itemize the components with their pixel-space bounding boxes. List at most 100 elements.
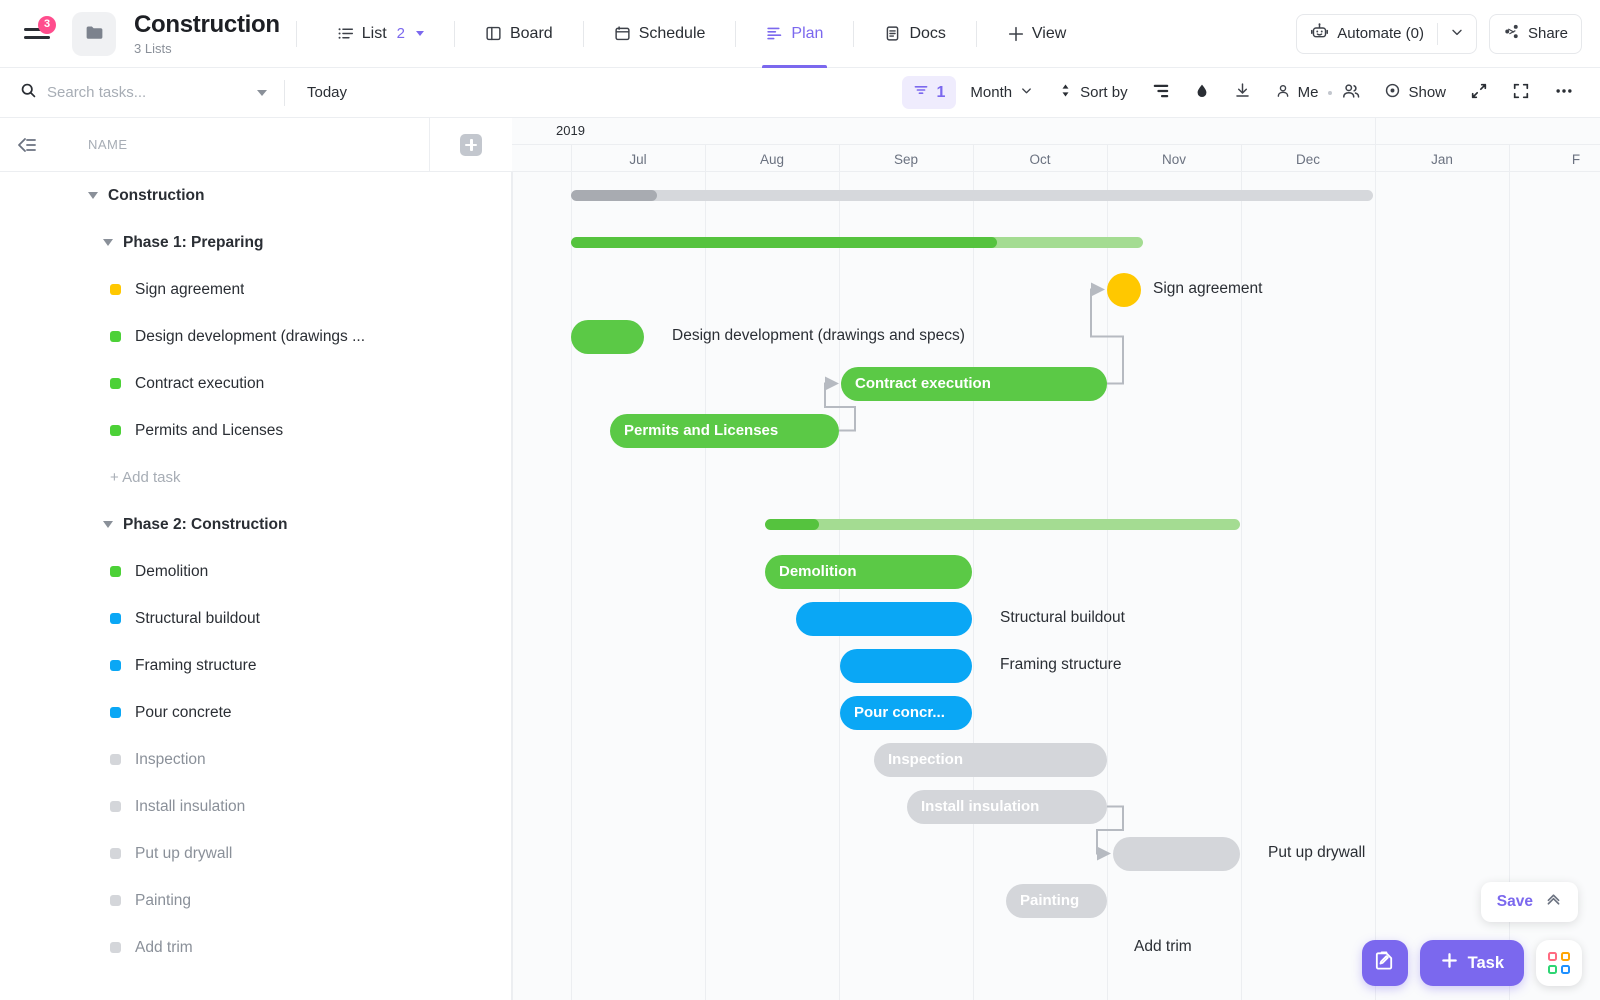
task-row[interactable]: Painting — [0, 877, 511, 924]
eye-icon — [1384, 82, 1401, 103]
sort-button[interactable]: Sort by — [1048, 77, 1138, 108]
today-button[interactable]: Today — [307, 84, 347, 101]
tab-docs[interactable]: Docs — [870, 0, 959, 68]
group-by-button[interactable] — [1142, 76, 1180, 110]
chevron-down-icon[interactable] — [257, 89, 267, 96]
gantt-task-bar[interactable]: Inspection — [874, 742, 1107, 777]
task-row[interactable]: Demolition — [0, 548, 511, 595]
task-status-dot[interactable] — [110, 566, 121, 577]
tab-add-view[interactable]: View — [993, 0, 1080, 68]
search-input[interactable] — [47, 84, 247, 101]
task-status-dot[interactable] — [110, 707, 121, 718]
add-task-button[interactable]: Task — [1419, 940, 1524, 986]
task-row[interactable]: Permits and Licenses — [0, 407, 511, 454]
sidebar-toggle-button[interactable]: 3 — [14, 14, 60, 54]
gantt-bar-outside-label: Structural buildout — [1000, 608, 1125, 626]
gantt-rollup-bar[interactable] — [571, 237, 1143, 248]
apps-button[interactable] — [1536, 940, 1582, 986]
automate-main[interactable]: Automate (0) — [1297, 15, 1437, 53]
tab-plan[interactable]: Plan — [752, 0, 837, 68]
fullscreen-button[interactable] — [1502, 76, 1540, 110]
hamburger-line — [24, 36, 50, 39]
task-row[interactable]: Add trim — [0, 924, 511, 971]
more-options-button[interactable] — [1544, 76, 1584, 110]
automate-dropdown-button[interactable] — [1438, 15, 1476, 53]
task-status-dot[interactable] — [110, 895, 121, 906]
task-row[interactable]: Install insulation — [0, 783, 511, 830]
tab-schedule[interactable]: Schedule — [600, 0, 720, 68]
tab-schedule-label: Schedule — [638, 24, 706, 42]
task-list-panel[interactable]: Construction Phase 1: Preparing Sign agree… — [0, 172, 512, 1000]
task-row[interactable]: Put up drywall — [0, 830, 511, 877]
gantt-task-bar[interactable]: Contract execution — [841, 366, 1107, 401]
download-button[interactable] — [1224, 76, 1261, 109]
show-button[interactable]: Show — [1374, 76, 1456, 109]
add-task-row[interactable]: + Add task — [0, 454, 511, 501]
tab-board[interactable]: Board — [471, 0, 567, 68]
task-row[interactable]: Contract execution — [0, 360, 511, 407]
collapse-rows-button[interactable] — [1460, 76, 1498, 110]
caret-down-icon[interactable] — [88, 192, 98, 199]
task-status-dot[interactable] — [110, 754, 121, 765]
chevron-down-icon[interactable] — [415, 31, 424, 36]
task-status-dot[interactable] — [110, 331, 121, 342]
gantt-bar-label: Demolition — [779, 563, 857, 580]
gantt-task-bar[interactable]: Demolition — [765, 554, 972, 589]
search-box[interactable] — [20, 82, 270, 104]
gantt-milestone[interactable] — [1107, 272, 1141, 307]
task-group-row[interactable]: Construction — [0, 172, 511, 219]
add-column-cell[interactable] — [429, 118, 513, 172]
chevron-up-icon[interactable] — [1545, 891, 1562, 913]
add-task-label[interactable]: + Add task — [110, 469, 180, 486]
task-status-dot[interactable] — [110, 284, 121, 295]
save-button[interactable]: Save — [1480, 882, 1578, 922]
gantt-rollup-bar[interactable] — [571, 190, 1373, 201]
gantt-rollup-bar[interactable] — [765, 519, 1240, 530]
tab-list[interactable]: List 2 — [323, 0, 438, 68]
task-row[interactable]: Design development (drawings ... — [0, 313, 511, 360]
task-row[interactable]: Pour concrete — [0, 689, 511, 736]
task-status-dot[interactable] — [110, 378, 121, 389]
task-row[interactable]: Structural buildout — [0, 595, 511, 642]
caret-down-icon[interactable] — [103, 239, 113, 246]
task-row[interactable]: Inspection — [0, 736, 511, 783]
gantt-task-bar[interactable] — [1113, 836, 1240, 871]
filter-button[interactable]: 1 — [902, 76, 957, 109]
task-status-dot[interactable] — [110, 660, 121, 671]
collapse-panel-icon[interactable] — [14, 132, 40, 158]
gantt-task-bar[interactable] — [840, 648, 972, 683]
page-title: Construction — [134, 10, 280, 38]
assignee-me-filter[interactable]: Me — [1265, 76, 1371, 110]
task-status-dot[interactable] — [110, 942, 121, 953]
task-name-label: Design development (drawings ... — [135, 327, 366, 345]
gantt-plot-area[interactable]: Sign agreement Design development (drawin… — [512, 172, 1600, 1000]
task-row[interactable]: Sign agreement — [0, 266, 511, 313]
gantt-task-bar[interactable]: Permits and Licenses — [610, 413, 839, 448]
caret-down-icon[interactable] — [103, 521, 113, 528]
gantt-task-bar[interactable]: Pour concr... — [840, 695, 972, 730]
color-mode-button[interactable] — [1184, 77, 1220, 109]
gantt-month-divider — [1375, 145, 1376, 173]
add-column-icon[interactable] — [460, 133, 482, 156]
gantt-task-bar[interactable]: Painting — [1006, 883, 1107, 918]
filter-icon — [913, 82, 929, 103]
zoom-level-selector[interactable]: Month — [960, 77, 1044, 108]
task-group-row[interactable]: Phase 1: Preparing — [0, 219, 511, 266]
task-row[interactable]: Framing structure — [0, 642, 511, 689]
quick-create-note-button[interactable] — [1361, 940, 1408, 986]
task-status-dot[interactable] — [110, 848, 121, 859]
task-group-row[interactable]: Phase 2: Construction — [0, 501, 511, 548]
notification-badge[interactable]: 3 — [38, 15, 56, 34]
task-status-dot[interactable] — [110, 425, 121, 436]
gantt-task-bar[interactable]: Install insulation — [907, 789, 1107, 824]
automate-button[interactable]: Automate (0) — [1296, 13, 1477, 54]
folder-icon[interactable] — [72, 11, 116, 56]
share-button[interactable]: Share — [1488, 13, 1582, 54]
gantt-task-bar[interactable] — [796, 601, 972, 636]
task-status-dot[interactable] — [110, 613, 121, 624]
gantt-task-bar[interactable] — [571, 319, 644, 354]
gantt-bar-label: Contract execution — [855, 375, 991, 392]
gantt-chart-panel[interactable]: 2019 Jul Aug Sep Oct Nov Dec Jan F Sign agreeme… — [512, 118, 1600, 1000]
task-status-dot[interactable] — [110, 801, 121, 812]
share-main[interactable]: Share — [1490, 15, 1581, 53]
